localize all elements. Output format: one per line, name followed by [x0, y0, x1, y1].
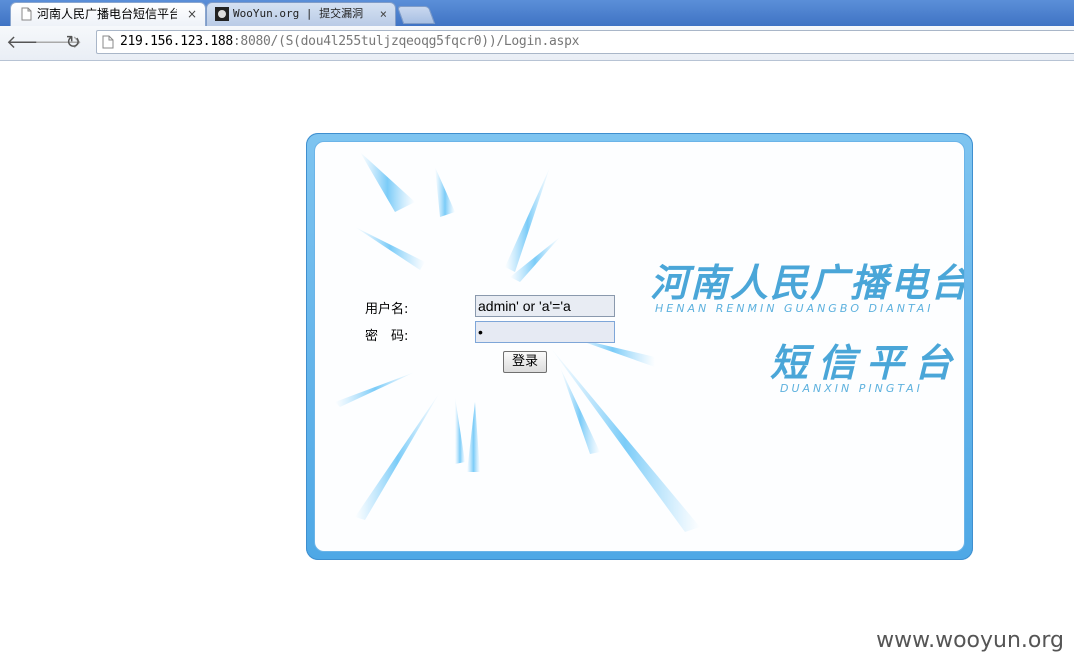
wooyun-favicon-icon [215, 7, 229, 21]
brand-title: 河南人民广播电台 [650, 260, 965, 305]
url-text: 219.156.123.188:8080/(S(dou4l255tuljzqeo… [120, 31, 579, 53]
login-panel: 用户名: admin' or 'a'='a 密 码: • 登录 河南人民广播电台… [306, 133, 973, 560]
browser-toolbar: 🡐 🡒 ↻ 219.156.123.188:8080/(S(dou4l255tu… [0, 26, 1074, 61]
brand-subtitle-pinyin: DUANXIN PINGTAI [780, 382, 923, 395]
username-label: 用户名: [365, 302, 409, 317]
tab-login-page[interactable]: 河南人民广播电台短信平台 × [10, 2, 206, 26]
tab-title: WooYun.org | 提交漏洞 [233, 7, 364, 20]
tab-title: 河南人民广播电台短信平台 [37, 7, 177, 21]
login-button[interactable]: 登录 [503, 351, 547, 373]
watermark-text: www.wooyun.org [876, 628, 1064, 653]
brand-subtitle: 短信平台 [770, 340, 963, 385]
url-host: 219.156.123.188 [120, 34, 233, 49]
close-icon[interactable]: × [380, 3, 387, 25]
password-input[interactable]: • [475, 321, 615, 343]
reload-icon[interactable]: ↻ [62, 32, 84, 54]
url-path: :8080/(S(dou4l255tuljzqeoqg5fqcr0))/Logi… [232, 34, 580, 49]
password-label: 密 码: [365, 329, 409, 344]
new-tab-button[interactable] [396, 6, 436, 24]
page-icon [102, 35, 114, 49]
close-icon[interactable]: × [187, 3, 197, 25]
forward-arrow-icon[interactable]: 🡒 [34, 32, 82, 54]
address-bar[interactable]: 219.156.123.188:8080/(S(dou4l255tuljzqeo… [96, 30, 1074, 54]
back-arrow-icon[interactable]: 🡐 [6, 32, 54, 54]
tab-strip: 河南人民广播电台短信平台 × WooYun.org | 提交漏洞 × [0, 0, 1074, 26]
page-icon [21, 7, 32, 21]
username-input[interactable]: admin' or 'a'='a [475, 295, 615, 317]
brand-title-pinyin: HENAN RENMIN GUANGBO DIANTAI [655, 302, 934, 315]
tab-wooyun[interactable]: WooYun.org | 提交漏洞 × [206, 2, 396, 26]
login-panel-body: 用户名: admin' or 'a'='a 密 码: • 登录 河南人民广播电台… [314, 141, 965, 552]
